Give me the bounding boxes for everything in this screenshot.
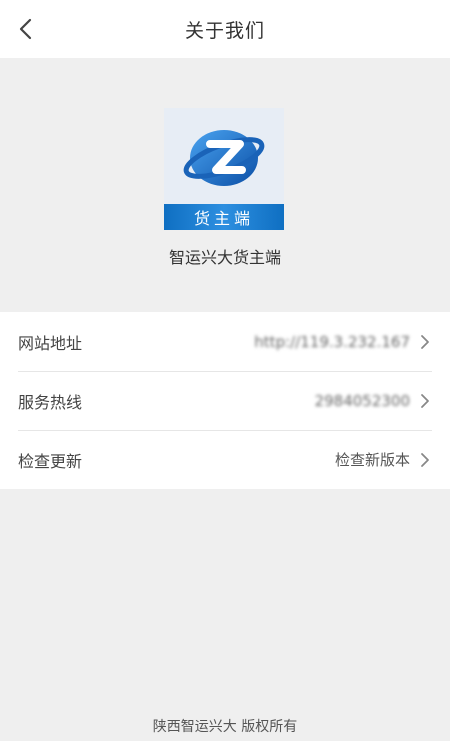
row-label: 服务热线 (18, 392, 83, 412)
back-button[interactable] (12, 14, 40, 44)
chevron-right-icon (421, 452, 429, 467)
row-hotline[interactable]: 服务热线 2984052300 (0, 371, 450, 430)
row-value: 2984052300 (314, 391, 410, 410)
footer-copyright: 陕西智运兴大 版权所有 (152, 719, 298, 735)
chevron-right-icon (421, 393, 429, 408)
row-label: 检查更新 (18, 451, 83, 471)
row-value: 检查新版本 (334, 451, 410, 469)
app-logo: 货主端 (164, 108, 284, 230)
info-list: 网站地址 http://119.3.232.167 服务热线 298405230… (0, 312, 450, 489)
nav-bar: 关于我们 (0, 0, 450, 58)
page-title: 关于我们 (184, 19, 265, 42)
logo-band: 货主端 (164, 204, 284, 230)
row-label: 网站地址 (18, 333, 83, 353)
chevron-right-icon (421, 334, 429, 349)
row-value: http://119.3.232.167 (254, 332, 410, 351)
row-website[interactable]: 网站地址 http://119.3.232.167 (0, 312, 450, 371)
app-name: 智运兴大货主端 (168, 248, 281, 267)
logo-mark-icon (183, 130, 265, 186)
chevron-left-icon (19, 18, 32, 40)
row-check-update[interactable]: 检查更新 检查新版本 (0, 430, 450, 489)
